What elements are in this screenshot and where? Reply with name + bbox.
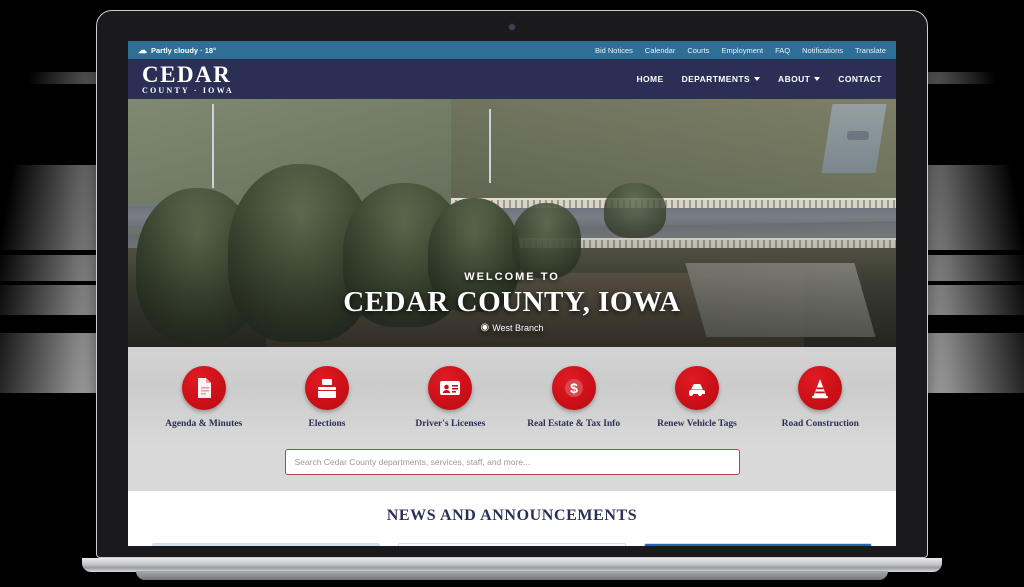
utility-bar: ☁ Partly cloudy · 18° Bid Notices Calend…	[128, 41, 896, 59]
map-pin-icon: ◉	[480, 322, 490, 333]
nav-item-contact[interactable]: CONTACT	[838, 74, 882, 84]
main-navigation: HOME DEPARTMENTS ABOUT CONTACT	[636, 74, 882, 84]
quick-link-renew-vehicle-tags[interactable]: Renew Vehicle Tags	[635, 365, 758, 429]
site-logo[interactable]: CEDAR COUNTY · IOWA	[142, 63, 234, 95]
hero-banner: WELCOME TO CEDAR COUNTY, IOWA ◉ West Bra…	[128, 99, 896, 347]
news-card[interactable]	[644, 543, 872, 546]
hero-utility-pole	[488, 108, 491, 184]
nav-label: HOME	[636, 74, 664, 84]
webcam-icon	[509, 24, 515, 30]
utility-link-translate[interactable]: Translate	[855, 46, 886, 55]
traffic-cone-icon	[798, 365, 843, 410]
quick-link-real-estate-tax-info[interactable]: $ Real Estate & Tax Info	[512, 365, 635, 429]
hero-text-block: WELCOME TO CEDAR COUNTY, IOWA ◉ West Bra…	[128, 271, 896, 333]
news-card[interactable]	[152, 543, 380, 546]
nav-item-about[interactable]: ABOUT	[778, 74, 821, 84]
quick-link-drivers-licenses[interactable]: Driver's Licenses	[389, 365, 512, 429]
news-section: NEWS AND ANNOUNCEMENTS	[128, 491, 896, 546]
site-header: CEDAR COUNTY · IOWA HOME DEPARTMENTS ABO…	[128, 59, 896, 99]
quick-link-label: Renew Vehicle Tags	[657, 418, 737, 429]
quick-link-label: Driver's Licenses	[415, 418, 486, 429]
laptop-base-front	[136, 571, 888, 580]
utility-link-calendar[interactable]: Calendar	[645, 46, 675, 55]
utility-link-faq[interactable]: FAQ	[775, 46, 790, 55]
nav-item-departments[interactable]: DEPARTMENTS	[681, 74, 761, 84]
quick-link-elections[interactable]: Elections	[265, 365, 388, 429]
news-card-image	[153, 544, 379, 546]
quick-link-label: Real Estate & Tax Info	[527, 418, 621, 429]
chevron-down-icon	[814, 77, 821, 81]
quick-link-label: Elections	[308, 418, 346, 429]
quick-links-bar: Agenda & Minutes Elections Driver's Lice…	[128, 347, 896, 447]
dollar-sign-icon: $	[551, 365, 596, 410]
quick-link-label: Road Construction	[781, 418, 859, 429]
document-icon	[181, 365, 226, 410]
cloud-icon: ☁	[138, 44, 147, 55]
hero-eyebrow: WELCOME TO	[464, 270, 560, 283]
hero-location-label: West Branch	[492, 323, 544, 333]
hero-bridge-railing	[450, 198, 896, 209]
hero-parked-car	[847, 131, 870, 141]
hero-utility-pole	[212, 103, 215, 189]
svg-text:$: $	[570, 380, 578, 396]
news-card-list	[128, 543, 896, 546]
nav-item-home[interactable]: HOME	[636, 74, 663, 84]
car-icon	[674, 365, 719, 410]
laptop-mockup: ☁ Partly cloudy · 18° Bid Notices Calend…	[82, 10, 942, 580]
news-heading: NEWS AND ANNOUNCEMENTS	[386, 507, 638, 524]
utility-link-notifications[interactable]: Notifications	[802, 46, 843, 55]
utility-links: Bid Notices Calendar Courts Employment F…	[595, 46, 886, 55]
hero-title: CEDAR COUNTY, IOWA	[343, 285, 681, 318]
laptop-base	[82, 558, 942, 572]
chevron-down-icon	[754, 77, 761, 81]
quick-link-label: Agenda & Minutes	[165, 418, 243, 429]
quick-link-road-construction[interactable]: Road Construction	[759, 365, 882, 429]
utility-link-courts[interactable]: Courts	[687, 46, 709, 55]
logo-primary-text: CEDAR	[142, 62, 232, 87]
search-row	[128, 447, 896, 491]
news-card-image	[399, 544, 625, 546]
search-input[interactable]	[284, 449, 740, 475]
utility-link-bid-notices[interactable]: Bid Notices	[595, 46, 633, 55]
logo-secondary-text: COUNTY · IOWA	[142, 86, 234, 95]
hero-location: ◉ West Branch	[128, 322, 896, 334]
id-card-icon	[428, 365, 473, 410]
utility-link-employment[interactable]: Employment	[721, 46, 763, 55]
browser-viewport: ☁ Partly cloudy · 18° Bid Notices Calend…	[128, 41, 896, 546]
nav-label: DEPARTMENTS	[681, 74, 751, 84]
nav-label: CONTACT	[838, 74, 882, 84]
weather-text: Partly cloudy · 18°	[151, 45, 217, 55]
news-card[interactable]	[398, 543, 626, 546]
news-card-image	[645, 544, 871, 546]
ballot-box-icon	[304, 365, 349, 410]
weather-widget[interactable]: ☁ Partly cloudy · 18°	[138, 44, 217, 55]
nav-label: ABOUT	[778, 74, 811, 84]
quick-link-agenda-minutes[interactable]: Agenda & Minutes	[142, 365, 265, 429]
